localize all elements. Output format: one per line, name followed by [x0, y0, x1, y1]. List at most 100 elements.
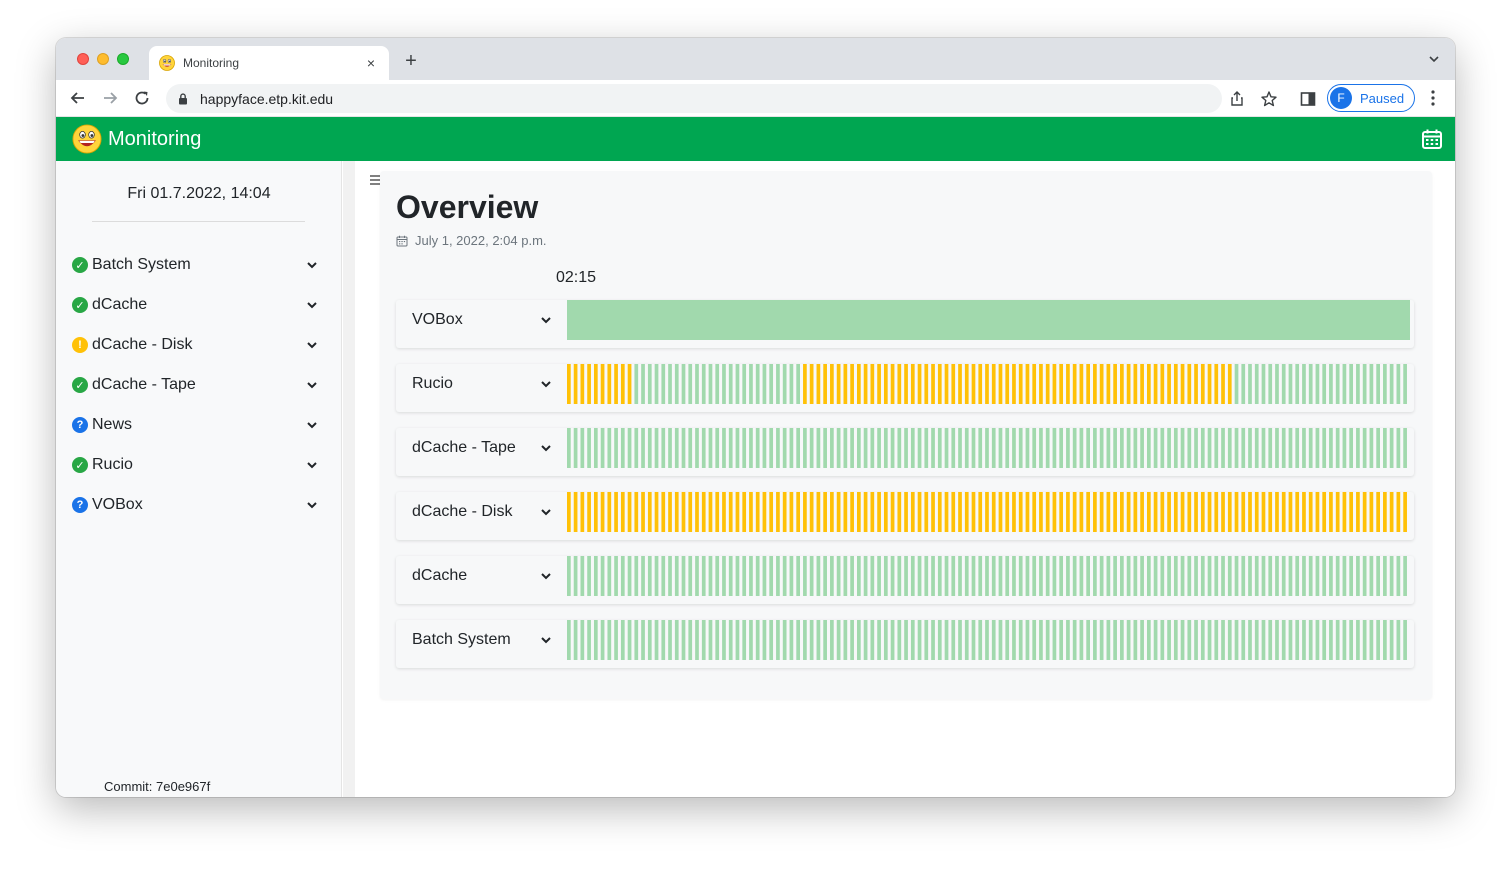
status-bar[interactable] — [769, 428, 774, 468]
status-bar[interactable] — [1200, 428, 1205, 468]
status-bar[interactable] — [749, 492, 753, 532]
status-bar[interactable] — [1214, 492, 1219, 532]
status-bar[interactable] — [877, 364, 881, 404]
status-bar[interactable] — [904, 364, 908, 404]
status-bar[interactable] — [620, 428, 625, 468]
status-bar[interactable] — [796, 556, 801, 596]
status-bar[interactable] — [735, 620, 740, 660]
status-bar[interactable] — [958, 620, 962, 660]
status-bar[interactable] — [587, 556, 591, 596]
status-bar[interactable] — [614, 364, 618, 404]
status-bar[interactable] — [654, 620, 659, 660]
status-bar[interactable] — [735, 364, 740, 404]
status-bar[interactable] — [1349, 556, 1354, 596]
status-bar[interactable] — [1059, 556, 1064, 596]
status-bar[interactable] — [661, 364, 666, 404]
status-bar[interactable] — [641, 428, 645, 468]
status-bar[interactable] — [1268, 556, 1273, 596]
status-bar[interactable] — [1349, 620, 1354, 660]
status-bar[interactable] — [1153, 492, 1158, 532]
status-bar[interactable] — [1093, 492, 1097, 532]
status-bar[interactable] — [668, 620, 672, 660]
status-bar[interactable] — [735, 492, 740, 532]
status-bar[interactable] — [1079, 556, 1084, 596]
status-bar[interactable] — [803, 364, 807, 404]
status-bar[interactable] — [1167, 428, 1171, 468]
status-bar[interactable] — [998, 556, 1003, 596]
status-bar[interactable] — [1275, 428, 1279, 468]
new-tab-button[interactable]: + — [400, 50, 422, 72]
status-bar[interactable] — [600, 428, 605, 468]
status-bar[interactable] — [978, 492, 983, 532]
status-bar[interactable] — [1059, 620, 1064, 660]
status-bar[interactable] — [809, 620, 814, 660]
status-bar[interactable] — [755, 428, 760, 468]
status-bar[interactable] — [1241, 556, 1246, 596]
status-bar[interactable] — [924, 428, 929, 468]
status-bar[interactable] — [944, 428, 949, 468]
status-bar[interactable] — [742, 620, 747, 660]
status-bar[interactable] — [1126, 428, 1131, 468]
status-bar[interactable] — [1153, 428, 1158, 468]
status-bar[interactable] — [883, 428, 888, 468]
status-bar[interactable] — [627, 620, 632, 660]
status-bar[interactable] — [937, 556, 942, 596]
status-bar[interactable] — [1093, 364, 1097, 404]
status-bar[interactable] — [681, 428, 686, 468]
status-bar[interactable] — [971, 556, 976, 596]
status-bar[interactable] — [796, 428, 801, 468]
status-bar[interactable] — [809, 556, 814, 596]
status-bar[interactable] — [1167, 556, 1171, 596]
status-bar[interactable] — [1362, 364, 1367, 404]
status-bar[interactable] — [931, 364, 935, 404]
status-bar[interactable] — [830, 428, 834, 468]
status-bar[interactable] — [964, 364, 969, 404]
status-bar[interactable] — [823, 556, 827, 596]
status-bar[interactable] — [1187, 492, 1192, 532]
status-bar[interactable] — [1214, 428, 1219, 468]
status-bar[interactable] — [924, 556, 929, 596]
status-bar[interactable] — [1173, 364, 1178, 404]
status-bar[interactable] — [870, 428, 875, 468]
status-bar[interactable] — [890, 428, 895, 468]
status-bar[interactable] — [971, 428, 976, 468]
status-bar[interactable] — [1254, 556, 1259, 596]
status-bar[interactable] — [1295, 620, 1300, 660]
status-bar[interactable] — [1268, 620, 1273, 660]
status-bar[interactable] — [1356, 556, 1360, 596]
status-bar[interactable] — [620, 364, 625, 404]
status-bar[interactable] — [843, 492, 848, 532]
status-bar[interactable] — [1227, 556, 1232, 596]
status-bar[interactable] — [688, 364, 693, 404]
status-bar[interactable] — [1221, 620, 1225, 660]
status-bar[interactable] — [1207, 428, 1212, 468]
status-bar[interactable] — [910, 492, 915, 532]
status-bar[interactable] — [749, 364, 753, 404]
status-bar[interactable] — [870, 492, 875, 532]
status-bar[interactable] — [1389, 620, 1394, 660]
status-bar[interactable] — [816, 620, 821, 660]
status-bar[interactable] — [1248, 620, 1252, 660]
status-bar[interactable] — [1160, 620, 1165, 660]
chevron-down-icon[interactable] — [306, 339, 318, 351]
status-bar[interactable] — [1234, 364, 1239, 404]
status-bar[interactable] — [1281, 492, 1286, 532]
status-bar[interactable] — [749, 428, 753, 468]
status-bar[interactable] — [607, 556, 612, 596]
status-bar[interactable] — [1308, 428, 1313, 468]
status-bar[interactable] — [1099, 620, 1104, 660]
status-bar[interactable] — [1248, 556, 1252, 596]
status-bar[interactable] — [1383, 428, 1387, 468]
status-bar[interactable] — [708, 556, 713, 596]
status-bar[interactable] — [668, 556, 672, 596]
status-bar[interactable] — [1227, 492, 1232, 532]
status-bar[interactable] — [580, 620, 585, 660]
chevron-down-icon[interactable] — [540, 570, 552, 582]
status-bar[interactable] — [755, 492, 760, 532]
chevron-down-icon[interactable] — [540, 314, 552, 326]
status-bar[interactable] — [944, 556, 949, 596]
status-bar[interactable] — [755, 556, 760, 596]
status-bar[interactable] — [803, 492, 807, 532]
status-bar[interactable] — [1329, 492, 1333, 532]
status-bar[interactable] — [856, 492, 861, 532]
